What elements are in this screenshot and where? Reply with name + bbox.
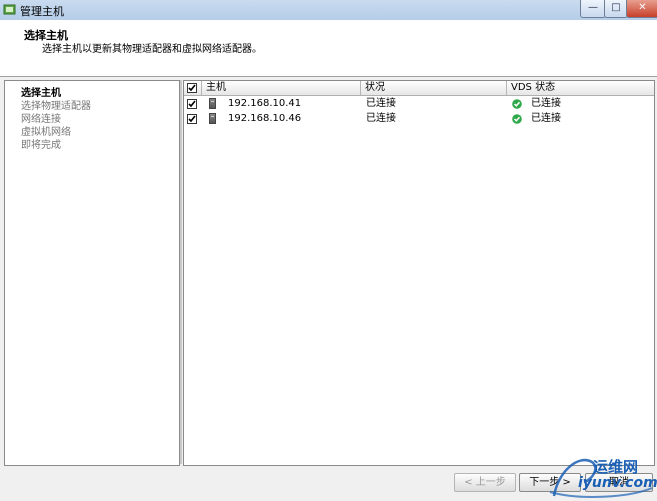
table-header: 主机 状况 VDS 状态 bbox=[184, 81, 654, 96]
host-status: 已连接 bbox=[366, 98, 396, 109]
host-server-icon bbox=[209, 113, 216, 124]
watermark-text-url: iyunv.com bbox=[578, 475, 657, 491]
vds-status: 已连接 bbox=[531, 98, 561, 109]
column-vds-status[interactable]: VDS 状态 bbox=[507, 81, 654, 95]
nav-step-ready-to-complete[interactable]: 即将完成 bbox=[21, 136, 61, 151]
check-icon bbox=[188, 115, 196, 123]
window-titlebar: 管理主机 — □ ✕ bbox=[0, 0, 657, 20]
wizard-header: 选择主机 选择主机以更新其物理适配器和虚拟网络适配器。 bbox=[0, 20, 657, 77]
vds-status: 已连接 bbox=[531, 113, 561, 124]
check-icon bbox=[188, 100, 196, 108]
row-checkbox[interactable] bbox=[187, 114, 197, 124]
table-row[interactable]: 192.168.10.41 已连接 已连接 bbox=[184, 97, 654, 111]
select-all-checkbox[interactable] bbox=[187, 83, 197, 93]
minimize-button[interactable]: — bbox=[580, 0, 606, 18]
close-button[interactable]: ✕ bbox=[626, 0, 657, 18]
ok-check-icon bbox=[512, 114, 522, 124]
page-subtitle: 选择主机以更新其物理适配器和虚拟网络适配器。 bbox=[42, 44, 262, 55]
check-icon bbox=[188, 84, 196, 92]
column-status[interactable]: 状况 bbox=[361, 81, 507, 95]
panel-splitter[interactable] bbox=[180, 80, 182, 464]
watermark-text-cn: 运维网 bbox=[593, 458, 639, 476]
hosts-table: 主机 状况 VDS 状态 192.168.10.41 已连接 已连接 192.1… bbox=[183, 80, 655, 466]
back-button[interactable]: < 上一步 bbox=[454, 473, 516, 492]
wizard-steps-nav: 选择主机 选择物理适配器 网络连接 虚拟机网络 即将完成 bbox=[4, 80, 180, 466]
maximize-button[interactable]: □ bbox=[604, 0, 628, 18]
ok-check-icon bbox=[512, 99, 522, 109]
header-select-all bbox=[184, 81, 202, 95]
row-checkbox[interactable] bbox=[187, 99, 197, 109]
app-icon bbox=[3, 4, 16, 15]
host-ip: 192.168.10.41 bbox=[228, 98, 302, 109]
table-row[interactable]: 192.168.10.46 已连接 已连接 bbox=[184, 112, 654, 126]
host-server-icon bbox=[209, 98, 216, 109]
column-host[interactable]: 主机 bbox=[202, 81, 361, 95]
window-title: 管理主机 bbox=[20, 5, 64, 18]
host-status: 已连接 bbox=[366, 113, 396, 124]
host-ip: 192.168.10.46 bbox=[228, 113, 302, 124]
